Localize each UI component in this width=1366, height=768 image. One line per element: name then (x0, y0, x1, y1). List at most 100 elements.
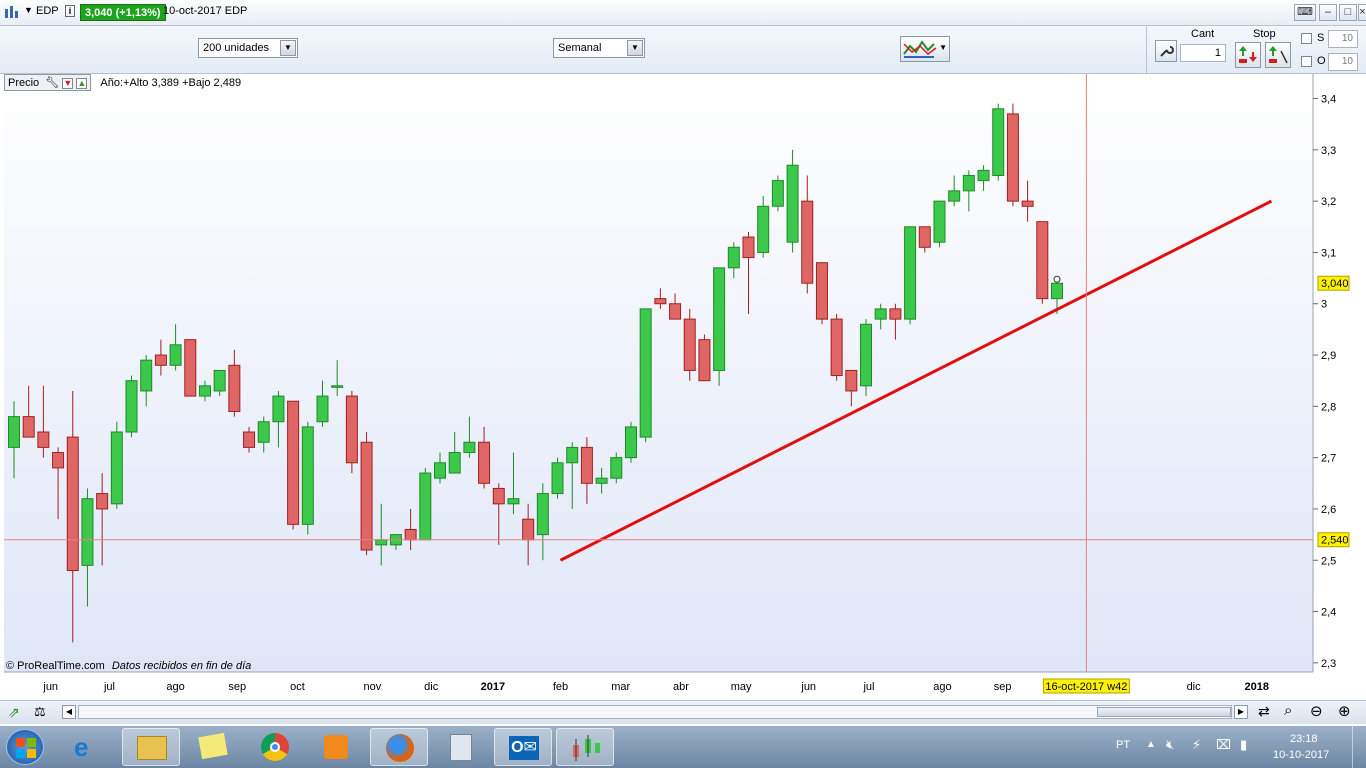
s-checkbox[interactable] (1301, 33, 1312, 44)
fit-chart-icon[interactable]: ⇄ (1258, 703, 1270, 720)
units-select[interactable]: 200 unidades ▼ (198, 38, 298, 58)
language-indicator[interactable]: PT (1116, 739, 1130, 751)
app-window: ▼ EDP i 3,040 (+1,13%) 10-oct-2017 EDP ⌨… (0, 0, 1366, 768)
chevron-down-icon[interactable]: ▼ (939, 43, 947, 52)
network-icon[interactable]: ⌧ (1216, 737, 1231, 753)
x-tick-label: sep (994, 681, 1012, 693)
firefox-task[interactable] (370, 728, 428, 766)
auto-scale-icon[interactable]: ⇗ (8, 704, 20, 721)
zoom-area-icon[interactable]: ⌕ (1284, 702, 1292, 719)
candle-body (771, 180, 784, 207)
period-select[interactable]: Semanal ▼ (553, 38, 645, 58)
keyboard-icon[interactable]: ⌨ (1294, 4, 1316, 21)
x-tick-label: jun (42, 681, 58, 693)
candle-body (713, 267, 726, 371)
firefox-icon (386, 734, 414, 762)
prorealtime-task[interactable] (556, 728, 614, 766)
y-tick-label: 3,3 (1321, 145, 1336, 157)
info-icon[interactable]: i (65, 5, 75, 17)
arrow-up-icon[interactable]: ▲ (76, 78, 88, 89)
candle-body (536, 493, 549, 536)
outlook-task[interactable]: O✉ (494, 728, 552, 766)
chrome-task[interactable] (246, 728, 304, 766)
current-price-tag: 3,040 (1321, 278, 1349, 290)
arrow-down-icon[interactable]: ▼ (62, 78, 74, 89)
candle-body (257, 421, 270, 443)
o-checkbox[interactable] (1301, 56, 1312, 67)
order-panel: Cant 1 Stop (1146, 26, 1298, 74)
show-desktop-button[interactable] (1352, 726, 1366, 768)
start-button[interactable] (6, 729, 44, 765)
scroll-track[interactable] (78, 705, 1232, 719)
explorer-task[interactable] (122, 728, 180, 766)
minimize-button[interactable]: – (1319, 4, 1337, 21)
s-value-input[interactable]: 10 (1328, 30, 1358, 48)
notes-task[interactable] (184, 728, 242, 766)
candle-style-icon[interactable]: ⚖ (34, 704, 46, 720)
ie-task[interactable]: e (60, 728, 118, 766)
buy-arrow-icon (1239, 46, 1257, 63)
candle-body (22, 416, 35, 438)
clock-time[interactable]: 23:18 (1290, 733, 1318, 745)
signal-icon[interactable]: ▮ (1240, 737, 1247, 753)
period-value: Semanal (558, 42, 602, 54)
candle-body (1036, 221, 1049, 300)
x-tick-label: ago (933, 681, 951, 693)
zoom-out-icon[interactable]: ⊖ (1310, 702, 1323, 720)
candle-body (610, 457, 623, 479)
tray-expand-icon[interactable]: ▲ (1146, 739, 1156, 750)
x-tick-label: sep (228, 681, 246, 693)
candle-body (448, 452, 461, 474)
clock-date[interactable]: 10-10-2017 (1273, 749, 1329, 761)
volume-muted-icon[interactable]: 🔇︎ (1166, 737, 1174, 753)
candle-body (66, 436, 79, 572)
maximize-button[interactable]: □ (1339, 4, 1357, 21)
candle-body (624, 426, 637, 459)
quantity-input[interactable]: 1 (1180, 44, 1226, 62)
wrench-icon[interactable]: 🔧︎ (45, 77, 59, 89)
y-tick-label: 3 (1321, 299, 1327, 311)
scroll-thumb[interactable] (1097, 707, 1231, 717)
data-note: Datos recibidos en fin de día (111, 660, 252, 672)
sell-stop-button[interactable] (1265, 42, 1291, 68)
price-chart[interactable]: 3,4 3,3 3,2 3,1 3 2,9 2,8 2,7 2,6 2,5 2,4 2,3 3,040 2… (0, 74, 1366, 700)
wrench-icon[interactable] (1155, 40, 1177, 62)
scroll-left-button[interactable]: ◀ (62, 705, 76, 719)
ie-icon: e (74, 732, 89, 762)
last-price-marker (1053, 275, 1061, 283)
buy-stop-button[interactable] (1235, 42, 1261, 68)
stop-label: Stop (1253, 28, 1276, 40)
dropdown-arrow-icon[interactable]: ▼ (24, 5, 33, 15)
scroll-right-button[interactable]: ▶ (1234, 705, 1248, 719)
candle-body (243, 431, 256, 448)
sticky-notes-icon (198, 732, 228, 760)
indicators-button[interactable]: ▼ (900, 36, 950, 62)
candle-body (830, 318, 843, 377)
candle-body (874, 308, 887, 320)
power-icon[interactable]: ⚡ (1192, 737, 1201, 753)
media-task[interactable] (308, 728, 366, 766)
calculator-icon (450, 734, 472, 761)
candle-body (654, 298, 667, 305)
candle-body (213, 369, 226, 392)
chevron-down-icon[interactable]: ▼ (627, 40, 643, 56)
precio-box[interactable]: Precio 🔧︎ ▼ ▲ (4, 74, 92, 91)
candle-body (757, 205, 770, 253)
candle-body (801, 200, 814, 284)
media-player-icon (324, 735, 348, 759)
chevron-down-icon[interactable]: ▼ (280, 40, 296, 56)
y-tick-label: 3,1 (1321, 247, 1336, 259)
chart-window-icon[interactable] (4, 4, 24, 23)
x-tick-label: 2018 (1245, 681, 1269, 693)
sell-arrow-icon (1269, 46, 1288, 64)
close-button[interactable]: × (1358, 4, 1366, 21)
y-axis-panel (1313, 74, 1366, 672)
candle-body (962, 174, 975, 192)
title-bar: ▼ EDP i 3,040 (+1,13%) 10-oct-2017 EDP ⌨… (0, 0, 1366, 26)
candlestick-chart[interactable]: 3,4 3,3 3,2 3,1 3 2,9 2,8 2,7 2,6 2,5 2,4 2,3 3,040 2… (0, 74, 1366, 700)
candle-body (198, 385, 211, 397)
zoom-in-icon[interactable]: ⊕ (1338, 702, 1351, 720)
calculator-task[interactable] (432, 728, 490, 766)
o-value-input[interactable]: 10 (1328, 53, 1358, 71)
candle-body (992, 108, 1005, 176)
